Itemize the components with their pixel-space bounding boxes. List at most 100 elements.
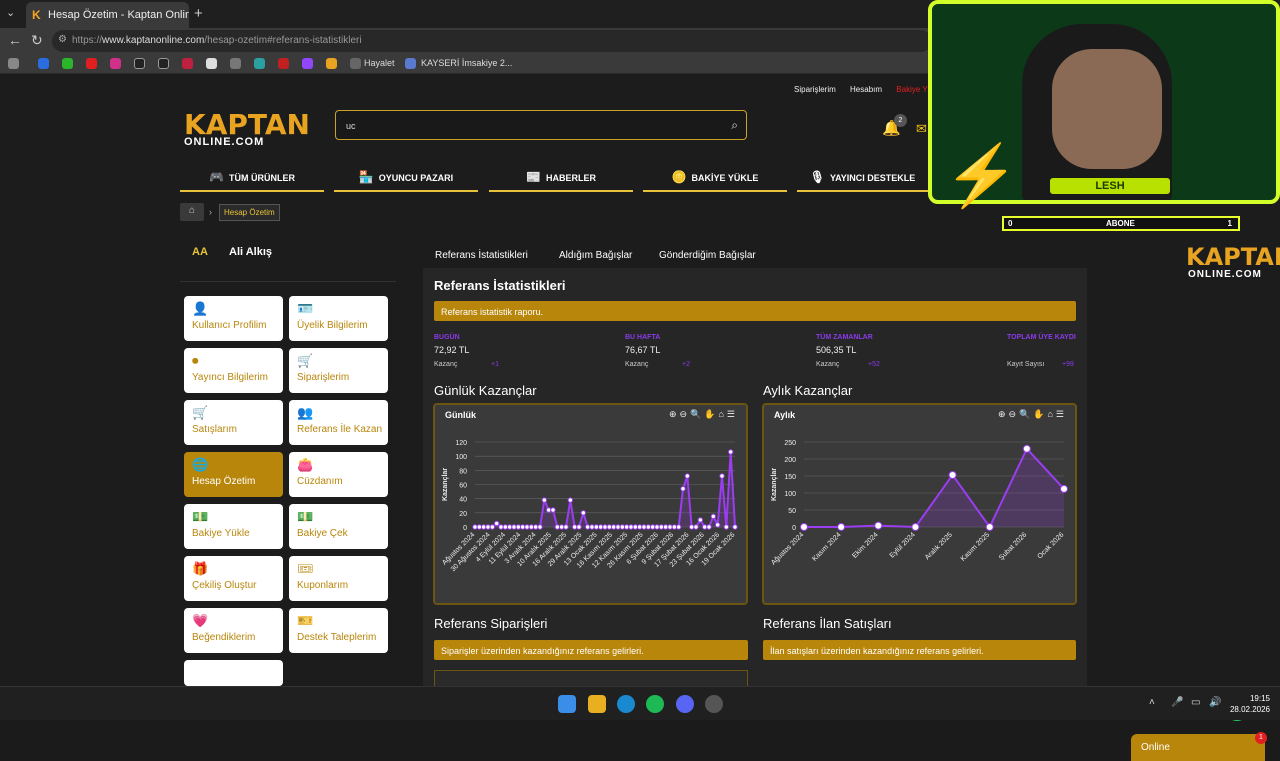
- listing-heading: Referans İlan Satışları: [763, 616, 892, 631]
- menu-all-products[interactable]: 🎮 TÜM ÜRÜNLER: [180, 162, 324, 192]
- new-tab-icon[interactable]: +: [194, 5, 203, 22]
- card-more[interactable]: [184, 660, 283, 686]
- card-wallet[interactable]: 👛 Cüzdanım: [289, 452, 388, 497]
- bookmark-icon[interactable]: [230, 58, 241, 69]
- data-point: [675, 524, 682, 530]
- search-icon[interactable]: ⌕: [731, 118, 738, 133]
- monthly-chart: Aylık ⊕⊖🔍✋⌂☰ 0 50 100 150 200 250 Kazançlar Ağu…: [762, 403, 1077, 605]
- data-point: [502, 524, 509, 530]
- youtube-icon[interactable]: [86, 58, 97, 69]
- card-account-summary[interactable]: 🌐 Hesap Özetim: [184, 452, 283, 497]
- tiktok-icon[interactable]: [134, 58, 145, 69]
- card-sales[interactable]: 🛒 Satışlarım: [184, 400, 283, 445]
- link-account[interactable]: Hesabım: [850, 85, 882, 94]
- card-load-balance[interactable]: 💵 Bakiye Yükle: [184, 504, 283, 549]
- bookmark-icon[interactable]: [350, 58, 361, 69]
- card-orders[interactable]: 🛒 Siparişlerim: [289, 348, 388, 393]
- card-user-profile[interactable]: 👤 Kullanıcı Profilim: [184, 296, 283, 341]
- user-icon: 👤: [192, 301, 209, 316]
- twitch-icon[interactable]: [302, 58, 313, 69]
- data-point: [632, 524, 639, 530]
- app-icon[interactable]: [705, 695, 723, 713]
- tab-sent-donations[interactable]: Gönderdiğim Bağışlar: [659, 250, 756, 261]
- stat-value-week: 76,67 TL: [625, 345, 661, 355]
- spotify-icon[interactable]: [646, 695, 664, 713]
- tab-list-icon[interactable]: ⌄: [6, 6, 15, 19]
- data-point: [515, 524, 522, 530]
- start-icon[interactable]: [558, 695, 576, 713]
- address-bar[interactable]: ⚙ https://www.kaptanonline.com/hesap-oze…: [52, 30, 932, 52]
- orders-banner: Siparişler üzerinden kazandığınız refera…: [434, 640, 748, 660]
- card-referral-earn[interactable]: 👥 Referans İle Kazan: [289, 400, 388, 445]
- bookmark-icon[interactable]: [206, 58, 217, 69]
- data-point: [619, 524, 626, 530]
- x-tick-label: Kasım 2025: [960, 531, 991, 562]
- reload-icon[interactable]: ↻: [31, 32, 43, 49]
- bookmark-icon[interactable]: [278, 58, 289, 69]
- search-input[interactable]: uc ⌕: [335, 110, 747, 140]
- card-withdraw[interactable]: 💵 Bakiye Çek: [289, 504, 388, 549]
- overlay-logo-sub: ONLINE.COM: [1188, 269, 1262, 280]
- users-icon: 👥: [297, 405, 314, 420]
- card-giveaway[interactable]: 🎁 Çekiliş Oluştur: [184, 556, 283, 601]
- tab-received-donations[interactable]: Aldığım Bağışlar: [559, 250, 632, 261]
- clock[interactable]: 19:15 28.02.2026: [1226, 693, 1270, 715]
- discord-icon[interactable]: [676, 695, 694, 713]
- breadcrumb[interactable]: Hesap Özetim: [219, 204, 280, 221]
- back-icon[interactable]: ←: [8, 32, 22, 48]
- tab-referral-stats[interactable]: Referans İstatistikleri: [435, 250, 528, 261]
- bookmark-hayalet[interactable]: Hayalet: [364, 58, 395, 68]
- site-logo[interactable]: KAPTAN ONLINE.COM: [184, 111, 310, 151]
- orders-heading: Referans Siparişleri: [434, 616, 548, 631]
- chat-widget[interactable]: Online: [1131, 734, 1265, 761]
- cart-icon: 🛒: [297, 353, 314, 368]
- chart-toolbar[interactable]: ⊕⊖🔍✋⌂☰: [998, 409, 1067, 420]
- chart-toolbar[interactable]: ⊕⊖🔍✋⌂☰: [669, 409, 738, 420]
- mic-icon[interactable]: 🎤: [1171, 697, 1183, 708]
- data-point: [489, 524, 496, 530]
- card-favorites[interactable]: 💗 Beğendiklerim: [184, 608, 283, 653]
- x-icon[interactable]: [158, 58, 169, 69]
- home-icon[interactable]: ⌂: [180, 203, 204, 221]
- menu-player-market[interactable]: 🏪 OYUNCU PAZARI: [334, 162, 478, 192]
- edge-icon[interactable]: [617, 695, 635, 713]
- volume-icon[interactable]: 🔊: [1209, 697, 1221, 708]
- data-point: [658, 524, 665, 530]
- chevron-up-icon[interactable]: ˄: [1149, 697, 1155, 708]
- bookmark-icon[interactable]: [8, 58, 19, 69]
- bookmark-icon[interactable]: [38, 58, 49, 69]
- card-support[interactable]: 🎫 Destek Taleplerim: [289, 608, 388, 653]
- network-icon[interactable]: ▭: [1191, 697, 1200, 708]
- card-streamer-info[interactable]: ⏺ Yayıncı Bilgilerim: [184, 348, 283, 393]
- y-axis-label: Kazançlar: [442, 468, 449, 501]
- menu-load-balance[interactable]: 🪙 BAKİYE YÜKLE: [643, 162, 787, 192]
- site-info-icon[interactable]: ⚙: [58, 34, 67, 45]
- card-coupons[interactable]: 🎟 Kuponlarım: [289, 556, 388, 601]
- data-point: [524, 524, 530, 530]
- stat-plus: +1: [491, 361, 499, 368]
- menu-news[interactable]: 📰 HABERLER: [489, 162, 633, 192]
- data-point: [476, 524, 483, 530]
- bookmark-icon[interactable]: [405, 58, 416, 69]
- folder-icon[interactable]: [588, 695, 606, 713]
- link-orders[interactable]: Siparişlerim: [794, 85, 836, 94]
- data-point: [610, 524, 617, 530]
- x-tick-label: Ocak 2026: [1037, 531, 1066, 560]
- data-point: [584, 524, 591, 530]
- id-card-icon: 🪪: [297, 301, 314, 316]
- data-point: [800, 523, 808, 531]
- y-tick-label: 60: [459, 483, 467, 490]
- mail-icon[interactable]: ✉: [916, 121, 927, 137]
- instagram-icon[interactable]: [110, 58, 121, 69]
- bookmark-icon[interactable]: [182, 58, 193, 69]
- browser-tab[interactable]: K Hesap Özetim - Kaptan Online ✕: [26, 2, 189, 28]
- card-membership[interactable]: 🪪 Üyelik Bilgilerim: [289, 296, 388, 341]
- bookmark-icon[interactable]: [254, 58, 265, 69]
- x-tick-label: Eylül 2024: [889, 531, 917, 559]
- link-balance[interactable]: Bakiye Y: [896, 85, 927, 94]
- menu-support-streamer[interactable]: 🎙 YAYINCI DESTEKLE: [797, 162, 928, 192]
- bookmark-icon[interactable]: [62, 58, 73, 69]
- overlay-logo-main: KAPTAN: [1186, 243, 1280, 271]
- bookmark-kayseri[interactable]: KAYSERİ İmsakiye 2...: [421, 58, 512, 68]
- kaptan-icon[interactable]: [326, 58, 337, 69]
